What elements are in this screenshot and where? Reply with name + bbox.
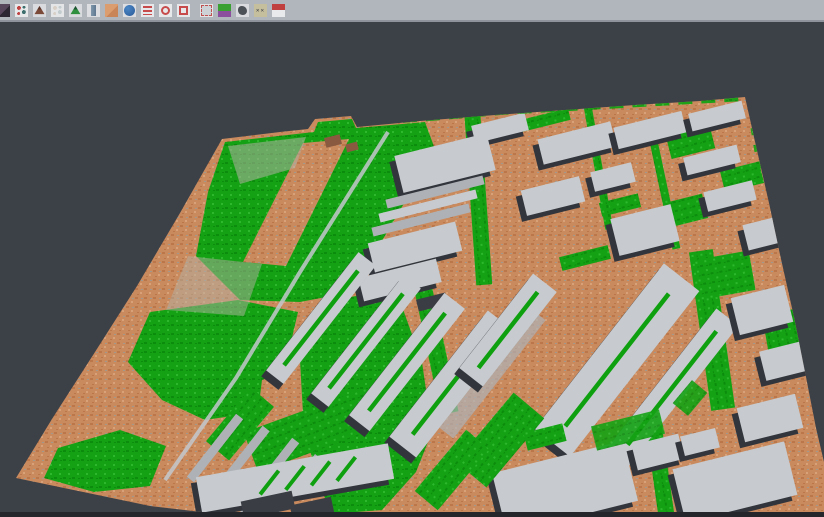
mesh-gray-icon-glyph: [236, 4, 249, 17]
layers-red-icon[interactable]: [139, 2, 156, 19]
ground-orange-icon-glyph: [105, 4, 118, 17]
globe-blue-icon-glyph: [123, 4, 136, 17]
classified-image-icon-glyph: [218, 4, 231, 17]
mountain-brown-icon[interactable]: [31, 2, 48, 19]
prism-blue-icon[interactable]: [85, 2, 102, 19]
mountain-brown-icon-glyph: [33, 4, 46, 17]
layers-red-icon-glyph: [141, 4, 154, 17]
mesh-dark-icon-glyph: [0, 4, 10, 17]
selection-red-icon[interactable]: [175, 2, 192, 19]
mesh-dark-icon[interactable]: [0, 2, 12, 19]
card-red-icon[interactable]: [270, 2, 287, 19]
card-red-icon-glyph: [272, 4, 285, 17]
selection-red-icon-glyph: [177, 4, 190, 17]
ground-orange-icon[interactable]: [103, 2, 120, 19]
marks-icon[interactable]: [252, 2, 269, 19]
globe-blue-icon[interactable]: [121, 2, 138, 19]
terrain-green-icon-glyph: [69, 4, 82, 17]
window-bottom-edge: [0, 512, 824, 517]
3d-viewport[interactable]: [0, 22, 824, 517]
points-faint-icon-glyph: [51, 4, 64, 17]
scatter-points-icon-glyph: [15, 4, 28, 17]
grid-red-icon-glyph: [200, 4, 213, 17]
scene-svg: [0, 22, 824, 517]
toolbar: [0, 0, 824, 22]
terrain-green-icon[interactable]: [67, 2, 84, 19]
grid-red-icon[interactable]: [198, 2, 215, 19]
scatter-points-icon[interactable]: [13, 2, 30, 19]
classified-image-icon[interactable]: [216, 2, 233, 19]
ring-red-icon[interactable]: [157, 2, 174, 19]
mesh-gray-icon[interactable]: [234, 2, 251, 19]
marks-icon-glyph: [254, 4, 267, 17]
prism-blue-icon-glyph: [87, 4, 100, 17]
points-faint-icon[interactable]: [49, 2, 66, 19]
ring-red-icon-glyph: [159, 4, 172, 17]
